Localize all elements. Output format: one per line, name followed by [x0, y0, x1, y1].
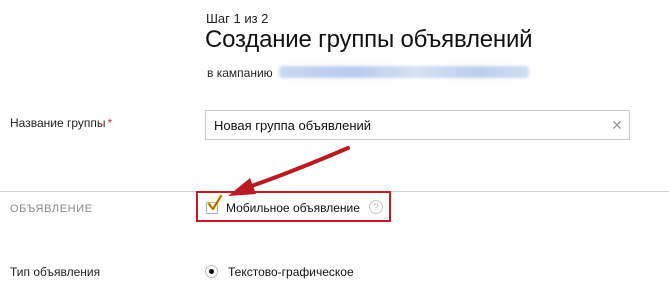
close-icon[interactable]: ✕	[608, 116, 626, 134]
ad-type-radio-text-graphic[interactable]	[205, 265, 218, 278]
step-indicator: Шаг 1 из 2	[206, 11, 269, 26]
campaign-name-redacted	[279, 66, 529, 78]
question-icon[interactable]: ?	[369, 200, 383, 214]
mobile-ad-label[interactable]: Мобильное объявление	[226, 201, 360, 215]
group-name-label: Название группы *	[10, 116, 112, 130]
ad-section-label: ОБЪЯВЛЕНИЕ	[10, 203, 93, 215]
annotation-arrow-icon	[228, 146, 350, 196]
page-title: Создание группы объявлений	[205, 26, 533, 53]
ad-type-label: Тип объявления	[10, 265, 101, 279]
mobile-ad-checkbox[interactable]	[206, 194, 223, 215]
checkmark-icon	[207, 194, 223, 211]
ad-group-creation-page: Шаг 1 из 2 Создание группы объявлений в …	[0, 0, 669, 292]
required-mark: *	[107, 116, 113, 130]
group-name-input[interactable]	[205, 110, 630, 140]
ad-type-option-label[interactable]: Текстово-графическое	[228, 265, 354, 279]
group-name-label-text: Название группы	[10, 116, 106, 130]
radio-selected-dot	[209, 269, 214, 274]
campaign-label: в кампанию	[207, 66, 273, 80]
